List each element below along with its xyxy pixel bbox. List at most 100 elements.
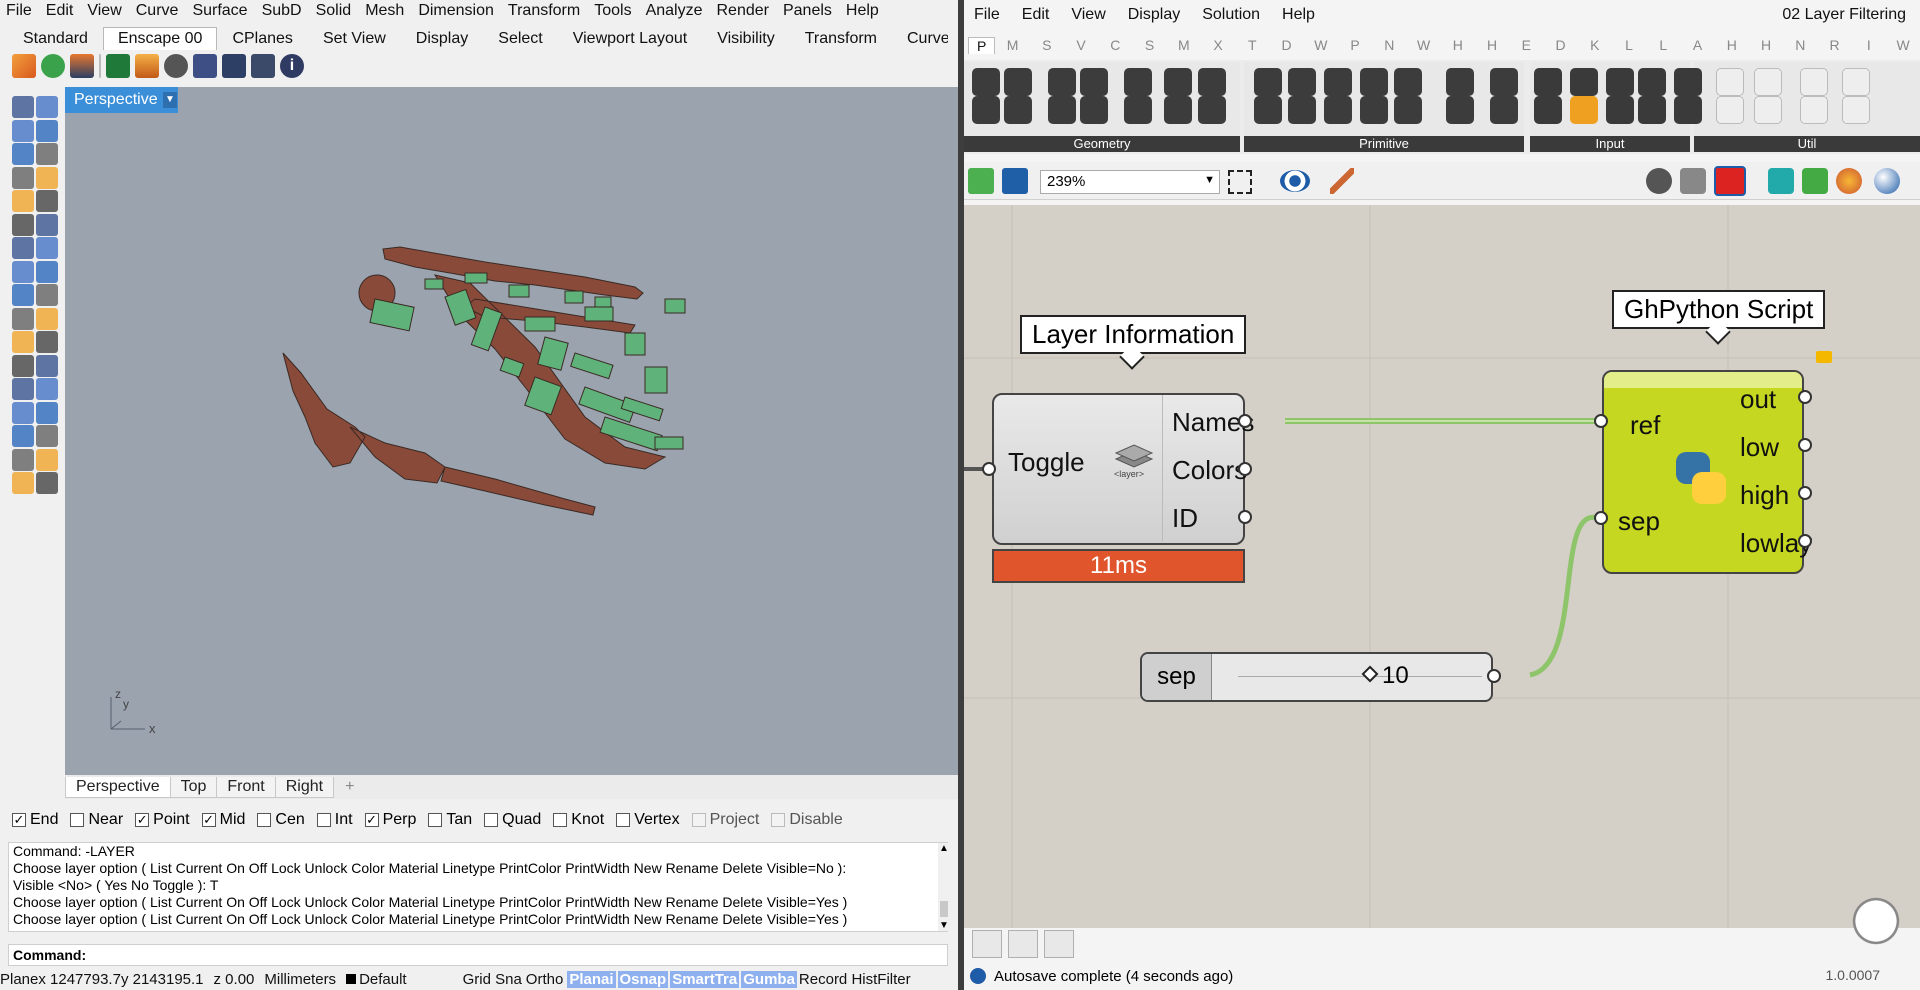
ref-input-port[interactable] [1594,414,1608,428]
status-filter[interactable]: Filter [877,971,910,988]
ribbon-component-icon[interactable] [1164,68,1192,96]
enscape-material-icon[interactable] [135,54,159,78]
sidebar-tool-icon[interactable] [36,119,58,142]
rhino-menu-solid[interactable]: Solid [310,2,360,20]
status-planar[interactable]: Planai [567,970,616,988]
toolbar-tab-viewport-layout[interactable]: Viewport Layout [558,27,702,50]
low-output-port[interactable] [1798,438,1812,452]
preview-wire-icon[interactable] [1646,168,1672,194]
ribbon-component-icon[interactable] [1360,96,1388,124]
status-smarttrack[interactable]: SmartTra [670,970,740,988]
ribbon-component-icon[interactable] [972,96,1000,124]
sidebar-tool-icon[interactable] [12,119,34,142]
ribbon-component-icon[interactable] [1324,68,1352,96]
preview-selected-icon[interactable] [1714,166,1746,196]
osnap-checkbox[interactable] [428,813,443,827]
toolbar-tab-cplanes[interactable]: CPlanes [217,27,307,50]
ribbon-component-icon[interactable] [1254,96,1282,124]
viewport-tab-right[interactable]: Right [274,776,335,798]
enscape-sphere-icon[interactable] [164,54,188,78]
preview-eye-icon[interactable] [1280,170,1310,192]
sidebar-tool-icon[interactable] [36,213,58,236]
sidebar-tool-icon[interactable] [12,143,34,165]
rhino-menu-subd[interactable]: SubD [256,2,310,20]
gh-tab-a[interactable]: A [1680,37,1714,53]
toolbar-tab-transform[interactable]: Transform [790,27,892,50]
sidebar-tool-icon[interactable] [12,260,34,283]
enscape-views-icon[interactable] [70,54,94,78]
ribbon-component-icon[interactable] [1534,68,1562,96]
sidebar-tool-icon[interactable] [36,401,58,424]
gh-tab-x[interactable]: X [1201,37,1235,53]
ribbon-component-icon[interactable] [1394,96,1422,124]
gh-tab-v[interactable]: V [1064,37,1098,53]
ribbon-component-icon[interactable] [1570,68,1598,96]
sidebar-tool-icon[interactable] [36,331,58,353]
osnap-end[interactable]: ✓ End [12,811,58,829]
osnap-checkbox[interactable] [771,813,786,827]
viewport-tab-front[interactable]: Front [216,776,276,798]
osnap-checkbox[interactable] [616,813,631,827]
toolbar-tab-select[interactable]: Select [483,27,557,50]
sidebar-tool-icon[interactable] [12,472,34,494]
gh-tab-m[interactable]: M [1167,37,1201,53]
preview-shaded-icon[interactable] [1680,168,1706,194]
status-units[interactable]: Millimeters [264,971,336,988]
osnap-vertex[interactable]: Vertex [616,811,680,829]
preview-green-icon[interactable] [1802,168,1828,194]
command-prompt[interactable]: Command: [8,944,948,966]
ribbon-component-icon[interactable] [1490,68,1518,96]
status-record-history[interactable]: Record Hist [799,971,877,988]
gh-tab-l[interactable]: L [1646,37,1680,53]
python-message-icon[interactable] [1816,351,1832,363]
gh-tab-n[interactable]: N [1783,37,1817,53]
sidebar-tool-icon[interactable] [36,425,58,447]
ribbon-component-icon[interactable] [1324,96,1352,124]
sidebar-tool-icon[interactable] [36,448,58,471]
ribbon-component-icon[interactable] [1606,68,1634,96]
ribbon-component-icon[interactable] [1080,68,1108,96]
rhino-menu-surface[interactable]: Surface [186,2,255,20]
bake-icon[interactable] [972,930,1002,958]
rhino-menu-curve[interactable]: Curve [130,2,187,20]
gh-menu-solution[interactable]: Solution [1202,6,1260,24]
rhino-menu-view[interactable]: View [81,2,129,20]
rhino-menu-render[interactable]: Render [711,2,777,20]
ribbon-component-icon[interactable] [1198,68,1226,96]
viewport-tab-top[interactable]: Top [169,776,218,798]
gh-menu-file[interactable]: File [974,6,1000,24]
osnap-checkbox[interactable] [316,813,331,827]
gh-tab-t[interactable]: T [1235,37,1269,53]
gh-tab-m[interactable]: M [995,37,1029,53]
ribbon-component-icon[interactable] [1674,68,1702,96]
gh-tab-h[interactable]: H [1441,37,1475,53]
ribbon-component-icon[interactable] [1198,96,1226,124]
gh-canvas[interactable]: Layer Information Toggle <layer> Names C… [964,205,1920,947]
osnap-near[interactable]: Near [70,811,123,829]
osnap-checkbox[interactable]: ✓ [135,813,150,827]
preview-mesh-icon[interactable] [1768,168,1794,194]
ribbon-component-icon[interactable] [1800,68,1828,96]
enscape-settings-icon[interactable] [222,54,246,78]
high-output-port[interactable] [1798,486,1812,500]
sidebar-tool-icon[interactable] [12,237,34,259]
ribbon-component-icon[interactable] [1446,96,1474,124]
sidebar-tool-icon[interactable] [36,166,58,189]
sidebar-tool-icon[interactable] [12,425,34,447]
perspective-viewport[interactable]: Perspective ▼ z y x [65,87,958,775]
preview-material-icon[interactable] [1836,168,1862,194]
sidebar-tool-icon[interactable] [12,448,34,471]
viewport-tab-perspective[interactable]: Perspective [65,776,171,798]
ribbon-component-icon[interactable] [1842,68,1870,96]
sidebar-tool-icon[interactable] [12,190,34,212]
enscape-tree-icon[interactable] [106,54,130,78]
sidebar-tool-icon[interactable] [12,331,34,353]
osnap-mid[interactable]: ✓ Mid [201,811,245,829]
ribbon-component-icon[interactable] [1490,96,1518,124]
ribbon-component-icon[interactable] [972,68,1000,96]
osnap-disable[interactable]: Disable [771,811,843,829]
ribbon-component-icon[interactable] [1570,96,1598,124]
ribbon-component-icon[interactable] [1446,68,1474,96]
status-layer[interactable]: Default [346,971,417,988]
lowlay-output-port[interactable] [1798,534,1812,548]
